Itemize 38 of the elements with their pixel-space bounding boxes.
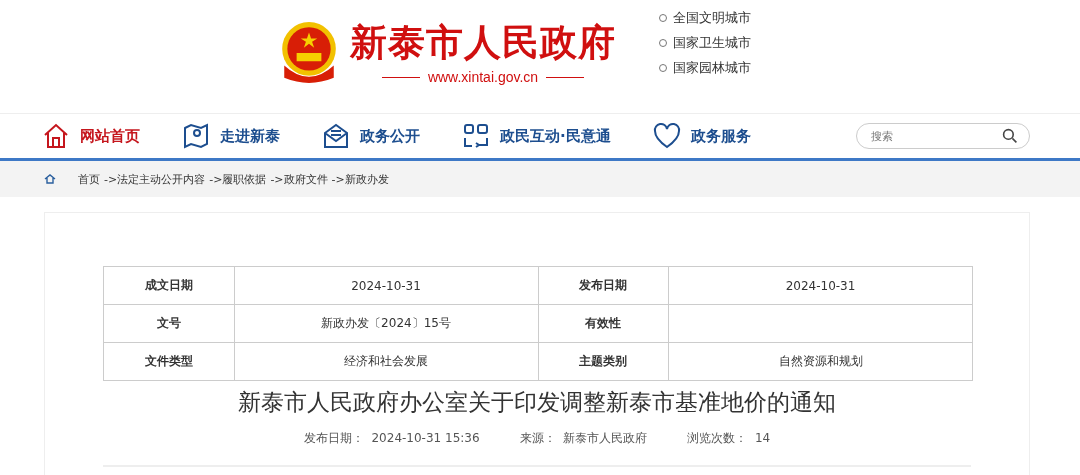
table-header-cell: 文件类型 [103, 342, 234, 381]
table-cell: 经济和社会发展 [234, 342, 538, 381]
search-field[interactable]: 搜索 [856, 123, 1030, 149]
breadcrumb-link[interactable]: ->履职依据 [209, 171, 267, 187]
table-header-cell: 有效性 [538, 304, 669, 343]
article-title: 新泰市人民政府办公室关于印发调整新泰市基准地价的通知 [237, 388, 837, 417]
search-icon [1002, 128, 1018, 144]
envelope-icon [322, 122, 350, 150]
map-pin-icon [182, 122, 210, 150]
table-header-cell: 文号 [103, 304, 234, 343]
table-header-cell: 成文日期 [103, 266, 234, 305]
site-name: 新泰市人民政府 [350, 21, 616, 65]
nav-link[interactable]: 网站首页 [42, 122, 140, 150]
breadcrumb-link[interactable]: ->法定主动公开内容 [104, 171, 206, 187]
article-meta: 来源： 新泰市人民政府 [519, 430, 648, 447]
nav-link[interactable]: 走进新泰 [182, 122, 280, 150]
honor-title: 全国文明城市 [673, 9, 751, 27]
table-cell: 2024-10-31 [668, 266, 973, 305]
table-cell: 新政办发〔2024〕15号 [234, 304, 538, 343]
table-header-cell: 发布日期 [538, 266, 669, 305]
nav-link[interactable]: 政务服务 [652, 122, 751, 150]
honor-title: 国家园林城市 [673, 59, 751, 77]
nav-link[interactable]: 政民互动·民意通 [462, 122, 611, 150]
table-header-cell: 主题类别 [538, 342, 669, 381]
site-url: www.xintai.gov.cn [427, 69, 539, 85]
honor-title: 国家卫生城市 [673, 34, 751, 52]
home-icon [44, 174, 56, 184]
nav-link[interactable]: 政务公开 [322, 122, 420, 150]
article-meta: 浏览次数： 14 [687, 430, 771, 447]
breadcrumb-link[interactable]: ->新政办发 [331, 171, 389, 187]
breadcrumb-link[interactable]: 首页 [78, 171, 100, 187]
table-cell: 自然资源和规划 [668, 342, 973, 381]
article-meta: 发布日期： 2024-10-31 15:36 [303, 430, 480, 447]
home-icon [42, 122, 70, 150]
table-cell: 2024-10-31 [234, 266, 538, 305]
breadcrumb-link[interactable]: ->政府文件 [270, 171, 328, 187]
heart-icon [652, 122, 681, 150]
exchange-icon [462, 122, 490, 150]
